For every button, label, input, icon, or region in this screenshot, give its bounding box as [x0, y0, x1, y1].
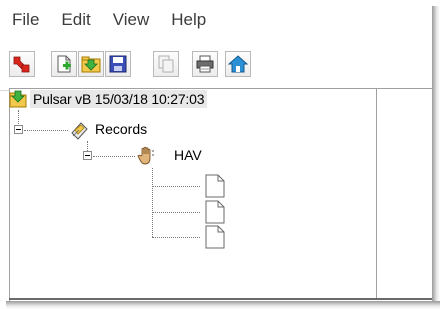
home-icon — [228, 55, 248, 73]
copy-button[interactable] — [153, 51, 179, 77]
menu-file[interactable]: File — [10, 8, 41, 32]
records-expander[interactable] — [14, 125, 23, 134]
document-icon[interactable] — [202, 174, 228, 198]
tree-root-label: Pulsar vB 15/03/18 10:27:03 — [30, 90, 208, 108]
print-button[interactable] — [192, 51, 218, 77]
hav-expander[interactable] — [83, 151, 92, 160]
window-shadow — [6, 301, 440, 309]
new-document-icon — [57, 55, 71, 73]
tree-connector — [152, 186, 200, 187]
import-folder-icon — [81, 56, 101, 73]
document-icon[interactable] — [202, 200, 228, 224]
save-button[interactable] — [105, 51, 131, 77]
tree-connector — [152, 237, 200, 238]
tree-connector — [93, 156, 135, 157]
folder-download-icon — [9, 90, 27, 108]
records-icon — [71, 122, 88, 140]
document-icon[interactable] — [202, 225, 228, 249]
tree-view[interactable] — [9, 88, 376, 301]
window-shadow — [432, 6, 440, 309]
menu-view[interactable]: View — [111, 8, 152, 32]
application-window: File Edit View Help Pulsar vB 15/03/18 1… — [0, 0, 440, 309]
tree-connector — [87, 141, 88, 151]
save-disk-icon — [109, 55, 127, 73]
import-button[interactable] — [78, 51, 104, 77]
tree-connector — [24, 130, 68, 131]
exit-arrow-icon — [13, 56, 30, 73]
copy-icon — [158, 55, 174, 73]
hand-vibration-icon — [137, 146, 154, 165]
pane-bottom-border — [9, 298, 432, 300]
tree-node-records[interactable]: Records — [95, 121, 147, 137]
tree-root-node[interactable]: Pulsar vB 15/03/18 10:27:03 — [9, 89, 208, 109]
exit-button[interactable] — [9, 51, 35, 77]
tree-node-hav[interactable]: HAV — [174, 147, 202, 163]
toolbar — [0, 42, 432, 91]
menu-help[interactable]: Help — [169, 8, 208, 32]
menu-edit[interactable]: Edit — [59, 8, 92, 32]
detail-pane[interactable] — [376, 88, 432, 300]
home-button[interactable] — [225, 51, 251, 77]
new-document-button[interactable] — [51, 51, 77, 77]
menu-bar: File Edit View Help — [0, 0, 432, 40]
print-icon — [196, 55, 214, 73]
tree-connector — [152, 212, 200, 213]
tree-connector — [152, 168, 153, 237]
